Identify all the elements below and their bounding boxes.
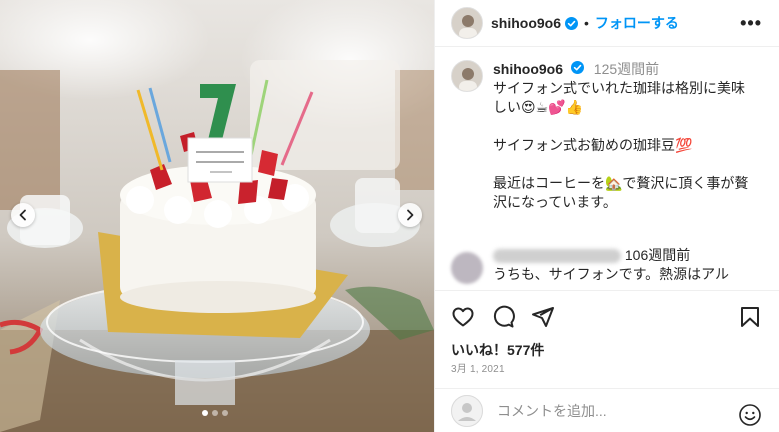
post-header: shihoo9o6 • フォローする •••	[435, 0, 779, 47]
comments-section[interactable]: shihoo9o6 125週間前 サイフォン式でいれた珈琲は格別に美味 しい😍☕…	[435, 48, 779, 288]
caption-text-line: サイフォン式お勧めの珈琲豆💯	[493, 137, 693, 153]
chevron-left-icon	[19, 209, 26, 221]
next-image-button[interactable]	[398, 203, 422, 227]
header-separator: •	[584, 15, 589, 31]
caption-text-line: 最近はコーヒーを🏡で贅沢に頂く事が贅	[493, 175, 749, 191]
caption-text-line: 沢になっています。	[493, 194, 617, 210]
caption-timestamp[interactable]: 125週間前	[594, 61, 659, 77]
share-icon[interactable]	[531, 305, 555, 329]
post-date[interactable]: 3月 1, 2021	[451, 360, 505, 375]
comment-timestamp[interactable]: 106週間前	[625, 247, 690, 263]
blurred-avatar[interactable]	[451, 252, 483, 284]
blurred-username[interactable]	[493, 249, 621, 264]
comment-input[interactable]	[497, 402, 727, 419]
emoji-icon[interactable]	[738, 403, 762, 427]
post-caption: shihoo9o6 125週間前 サイフォン式でいれた珈琲は格別に美味 しい😍☕…	[451, 60, 771, 212]
comment-text: うちも、サイフォンです。熱源はアル	[493, 266, 730, 282]
follow-button[interactable]: フォローする	[595, 13, 679, 33]
comment-item: 106週間前 うちも、サイフォンです。熱源はアル	[451, 246, 771, 284]
carousel-dot	[212, 410, 218, 416]
user-photo-icon	[452, 61, 482, 91]
chevron-right-icon	[407, 209, 414, 221]
carousel-dot	[202, 410, 208, 416]
default-avatar-icon	[451, 394, 483, 427]
avatar[interactable]	[451, 7, 483, 39]
avatar[interactable]	[451, 60, 483, 92]
previous-image-button[interactable]	[11, 203, 35, 227]
heart-icon[interactable]	[451, 305, 475, 329]
header-username[interactable]: shihoo9o6	[491, 15, 561, 31]
verified-badge-icon	[570, 61, 584, 74]
more-options-icon[interactable]: •••	[740, 13, 762, 34]
post-actions: いいね！577件 3月 1, 2021	[435, 290, 779, 378]
birthday-cake-photo	[0, 0, 434, 432]
comment-icon[interactable]	[491, 305, 515, 329]
caption-username[interactable]: shihoo9o6	[493, 61, 563, 77]
verified-badge-icon	[565, 16, 579, 30]
instagram-post: shihoo9o6 • フォローする ••• shihoo9o6 125週間前 …	[0, 0, 779, 432]
caption-text-line: サイフォン式でいれた珈琲は格別に美味	[493, 80, 745, 96]
likes-count[interactable]: いいね！577件	[451, 340, 544, 360]
caption-text-line: しい😍☕💕👍	[493, 99, 584, 115]
carousel-dot	[222, 410, 228, 416]
post-media[interactable]	[0, 0, 434, 432]
post-side-panel: shihoo9o6 • フォローする ••• shihoo9o6 125週間前 …	[434, 0, 779, 432]
avatar	[451, 394, 483, 427]
user-photo-icon	[452, 8, 482, 38]
carousel-indicator	[202, 410, 228, 416]
bookmark-icon[interactable]	[738, 305, 762, 329]
add-comment-bar	[435, 388, 779, 432]
